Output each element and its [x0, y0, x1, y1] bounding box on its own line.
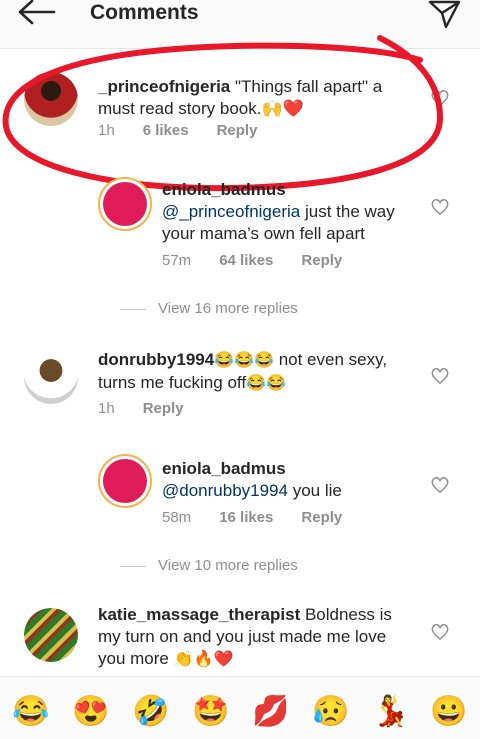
emoji-button[interactable]: 😂: [12, 695, 49, 729]
avatar[interactable]: [24, 350, 78, 404]
emoji-quick-bar: 😂 😍 🤣 🤩 💋 😥 💃 😀: [0, 676, 480, 739]
emoji-reaction: 😂😂😂: [214, 352, 274, 369]
avatar[interactable]: [24, 72, 78, 126]
avatar[interactable]: [24, 608, 78, 662]
page-title: Comments: [90, 1, 199, 24]
emoji-reaction: 😂😂: [246, 375, 286, 392]
reply-button[interactable]: Reply: [301, 509, 342, 526]
comment-time: 1h: [98, 122, 115, 139]
emoji-button[interactable]: 😍: [72, 695, 109, 729]
heart-icon[interactable]: [430, 476, 450, 494]
avatar[interactable]: [98, 454, 152, 508]
direct-message-icon[interactable]: [426, 0, 462, 30]
heart-icon[interactable]: [430, 623, 450, 641]
comment-text: katie_massage_therapist Boldness is my t…: [98, 605, 392, 668]
reply-button[interactable]: Reply: [217, 122, 258, 139]
comment-username[interactable]: _princeofnigeria: [98, 77, 230, 96]
comment-meta: 58m 16 likes Reply: [162, 509, 370, 526]
mention-link[interactable]: @_princeofnigeria: [162, 202, 300, 221]
emoji-button[interactable]: 💃: [372, 695, 409, 729]
reply-button[interactable]: Reply: [301, 252, 342, 269]
avatar[interactable]: [98, 177, 152, 231]
emoji-button[interactable]: 😀: [430, 695, 467, 729]
mention-link[interactable]: @donrubby1994: [162, 481, 288, 500]
comment-username[interactable]: eniola_badmus: [162, 459, 286, 478]
back-arrow-icon[interactable]: [14, 0, 58, 30]
emoji-button[interactable]: 🤣: [132, 695, 169, 729]
comment-meta: 1h 6 likes Reply: [98, 122, 285, 139]
heart-icon[interactable]: [430, 367, 450, 385]
comment-time: 1h: [98, 400, 115, 417]
divider: [120, 308, 146, 310]
comment-username[interactable]: donrubby1994: [98, 350, 214, 369]
emoji-button[interactable]: 😥: [312, 695, 349, 729]
comment-text: eniola_badmus @donrubby1994 you lie: [162, 459, 342, 500]
comment-time: 58m: [162, 509, 192, 526]
comment-username[interactable]: eniola_badmus: [162, 180, 286, 199]
top-bar: Comments: [0, 0, 480, 49]
emoji-button[interactable]: 💋: [252, 695, 289, 729]
likes-count[interactable]: 64 likes: [219, 252, 273, 269]
emoji-button[interactable]: 🤩: [192, 695, 229, 729]
heart-icon[interactable]: [430, 198, 450, 216]
emoji-reaction: 🙌❤️: [261, 99, 304, 118]
comment-username[interactable]: katie_massage_therapist: [98, 605, 300, 624]
comment-text: donrubby1994😂😂😂 not even sexy, turns me …: [98, 350, 388, 392]
emoji-reaction: 👏🔥❤️: [173, 651, 234, 668]
comment-text: _princeofnigeria "Things fall apart" a m…: [98, 77, 383, 118]
comment-meta: 1h Reply: [98, 400, 212, 417]
likes-count[interactable]: 16 likes: [219, 509, 273, 526]
reply-button[interactable]: Reply: [143, 400, 184, 417]
likes-count[interactable]: 6 likes: [143, 122, 189, 139]
view-more-replies[interactable]: View 10 more replies: [120, 557, 298, 574]
divider: [120, 565, 146, 567]
comment-time: 57m: [162, 252, 192, 269]
heart-icon[interactable]: [430, 89, 450, 107]
view-more-replies[interactable]: View 16 more replies: [120, 300, 298, 317]
comment-meta: 57m 64 likes Reply: [162, 252, 370, 269]
comment-text: eniola_badmus @_princeofnigeria just the…: [162, 180, 395, 243]
